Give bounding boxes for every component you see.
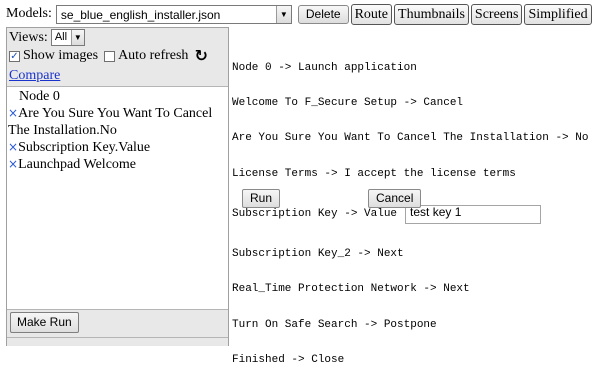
run-button[interactable]: Run xyxy=(242,189,281,208)
delete-button[interactable]: Delete xyxy=(297,4,349,24)
views-select-value: All xyxy=(54,31,68,43)
simplified-button[interactable]: Simplified xyxy=(524,3,592,25)
views-select[interactable]: All ▼ xyxy=(50,29,85,46)
show-images-label: Show images xyxy=(23,48,99,63)
node-title: Node 0 xyxy=(19,89,60,104)
route-steps: Node 0 -> Launch application Welcome To … xyxy=(232,39,615,379)
auto-refresh-label: Auto refresh xyxy=(118,48,189,63)
route-step: Subscription Key -> Value xyxy=(232,207,398,220)
model-select-value: se_blue_english_installer.json xyxy=(60,7,221,22)
thumbnails-button[interactable]: Thumbnails xyxy=(394,3,469,25)
list-item: ×Are You Sure You Want To Cancel The Ins… xyxy=(7,105,228,139)
options-row: ✓ Show images Auto refresh ↻ xyxy=(9,48,208,64)
route-step: Subscription Key_2 -> Next xyxy=(232,247,404,260)
route-button[interactable]: Route xyxy=(350,3,393,25)
list-item-label-cont[interactable]: The Installation.No xyxy=(8,123,117,138)
route-step: Node 0 -> Launch application xyxy=(232,61,417,74)
subscription-key-input[interactable]: test key 1 xyxy=(405,205,542,225)
list-item-label[interactable]: Subscription Key.Value xyxy=(18,140,150,155)
make-run-button[interactable]: Make Run xyxy=(10,312,79,333)
list-item: ×Launchpad Welcome xyxy=(7,156,228,173)
models-label: Models: xyxy=(6,6,52,21)
route-step: Real_Time Protection Network -> Next xyxy=(232,283,470,296)
toolbar: Models: se_blue_english_installer.json ▼… xyxy=(6,3,592,25)
left-panel: Views: All ▼ ✓ Show images Auto refresh … xyxy=(6,27,229,346)
screens-button[interactable]: Screens xyxy=(470,3,523,25)
list-item-label[interactable]: Launchpad Welcome xyxy=(18,157,136,172)
show-images-checkbox[interactable]: ✓ xyxy=(9,50,20,62)
auto-refresh-checkbox[interactable] xyxy=(104,50,116,62)
subscription-key-row: Subscription Key -> Value test key 1 xyxy=(232,204,615,225)
chevron-down-icon[interactable]: ▼ xyxy=(70,30,84,45)
remove-icon[interactable]: × xyxy=(8,140,18,154)
compare-link[interactable]: Compare xyxy=(9,68,60,84)
views-label: Views: xyxy=(9,29,48,45)
node-list: Node 0 ×Are You Sure You Want To Cancel … xyxy=(7,86,228,310)
list-item-label[interactable]: Are You Sure You Want To Cancel xyxy=(18,106,212,121)
model-select[interactable]: se_blue_english_installer.json ▼ xyxy=(55,4,292,24)
route-step: Are You Sure You Want To Cancel The Inst… xyxy=(232,132,589,145)
route-step: Turn On Safe Search -> Postpone xyxy=(232,318,437,331)
cancel-button[interactable]: Cancel xyxy=(368,189,422,208)
list-item: ×Subscription Key.Value xyxy=(7,139,228,156)
views-row: Views: All ▼ xyxy=(9,29,85,46)
route-step: Finished -> Close xyxy=(232,353,345,366)
chevron-down-icon[interactable]: ▼ xyxy=(275,5,291,23)
refresh-icon[interactable]: ↻ xyxy=(194,48,207,64)
route-step: Welcome To F_Secure Setup -> Cancel xyxy=(232,96,464,109)
divider xyxy=(7,337,228,338)
remove-icon[interactable]: × xyxy=(8,157,18,171)
remove-icon[interactable]: × xyxy=(8,106,18,120)
route-step: License Terms -> I accept the license te… xyxy=(232,167,516,180)
